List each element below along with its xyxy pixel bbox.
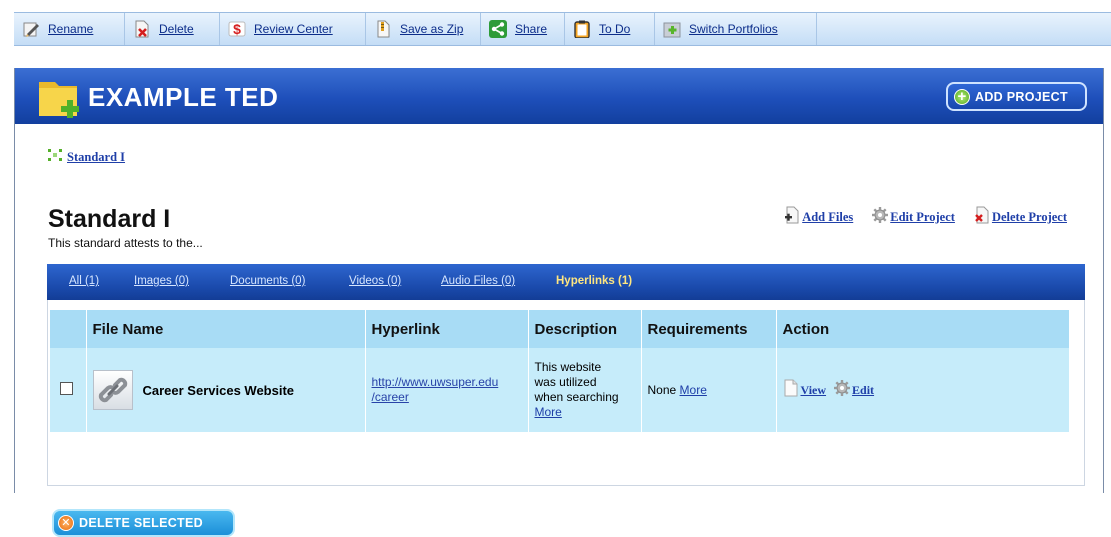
gear-icon xyxy=(872,207,889,227)
switch-portfolios-button[interactable]: Switch Portfolios xyxy=(655,13,817,45)
header-requirements: Requirements xyxy=(641,310,777,348)
delete-file-icon xyxy=(974,206,990,228)
delete-circle-icon: ✕ xyxy=(58,515,74,531)
description-cell: This website was utilized when searching… xyxy=(528,348,642,432)
clipboard-icon xyxy=(573,20,591,39)
delete-button[interactable]: Delete xyxy=(125,13,220,45)
hyperlink-cell: http://www.uwsuper.edu/career xyxy=(365,348,529,432)
to-do-label: To Do xyxy=(599,22,631,36)
tab-all[interactable]: All (1) xyxy=(69,275,99,287)
edit-label: Edit xyxy=(852,382,875,397)
header-action: Action xyxy=(776,310,1070,348)
add-project-button[interactable]: + ADD PROJECT xyxy=(946,82,1087,111)
description-line3: when searching xyxy=(534,390,619,404)
review-center-button[interactable]: $ Review Center xyxy=(220,13,366,45)
row-checkbox[interactable] xyxy=(60,382,73,395)
svg-text:$: $ xyxy=(233,21,241,37)
requirements-value: None xyxy=(647,383,677,397)
hyperlink-url[interactable]: http://www.uwsuper.edu/career xyxy=(372,375,499,404)
row-select-cell xyxy=(50,348,87,432)
delete-selected-label: DELETE SELECTED xyxy=(79,516,203,530)
to-do-button[interactable]: To Do xyxy=(565,13,655,45)
dollar-icon: $ xyxy=(228,20,246,38)
expand-icon xyxy=(48,149,62,165)
delete-project-button[interactable]: Delete Project xyxy=(974,206,1067,228)
hyperlink-url-line1: http://www.uwsuper.edu xyxy=(371,375,499,389)
share-icon xyxy=(489,20,507,38)
plus-circle-icon: + xyxy=(954,88,970,105)
delete-selected-button[interactable]: ✕ DELETE SELECTED xyxy=(52,509,235,537)
tab-audio-files[interactable]: Audio Files (0) xyxy=(441,275,515,287)
add-files-label: Add Files xyxy=(802,209,854,224)
tab-documents[interactable]: Documents (0) xyxy=(230,275,305,287)
tab-videos[interactable]: Videos (0) xyxy=(349,275,401,287)
description-line1: This website xyxy=(534,360,602,374)
table-header-row: File Name Hyperlink Description Requirem… xyxy=(50,310,1070,348)
edit-button[interactable]: Edit xyxy=(834,380,874,400)
delete-icon xyxy=(133,20,151,38)
header-description: Description xyxy=(528,310,642,348)
delete-project-label: Delete Project xyxy=(991,209,1067,224)
share-label: Share xyxy=(515,22,548,36)
standard-description: This standard attests to the... xyxy=(48,236,203,250)
save-as-zip-button[interactable]: Save as Zip xyxy=(366,13,481,45)
view-button[interactable]: View xyxy=(783,379,827,401)
delete-label: Delete xyxy=(159,22,194,36)
action-cell: View Edit xyxy=(776,348,1070,432)
add-files-button[interactable]: Add Files xyxy=(784,206,853,228)
gear-icon xyxy=(834,380,851,400)
switch-portfolios-label: Switch Portfolios xyxy=(689,22,778,36)
tab-hyperlinks[interactable]: Hyperlinks (1) xyxy=(556,275,632,287)
review-center-label: Review Center xyxy=(254,22,333,36)
header-file-name: File Name xyxy=(86,310,366,348)
view-label: View xyxy=(800,382,827,397)
edit-project-label: Edit Project xyxy=(890,209,955,224)
add-file-icon xyxy=(784,206,800,228)
tab-images[interactable]: Images (0) xyxy=(134,275,189,287)
header-hyperlink: Hyperlink xyxy=(365,310,529,348)
save-as-zip-label: Save as Zip xyxy=(400,22,464,36)
edit-project-button[interactable]: Edit Project xyxy=(872,207,955,227)
portfolio-banner: EXAMPLE TED + ADD PROJECT xyxy=(15,68,1103,124)
breadcrumb-standard-link[interactable]: Standard I xyxy=(67,150,125,165)
file-name: Career Services Website xyxy=(142,382,295,398)
link-icon xyxy=(92,370,133,410)
requirements-cell: None More xyxy=(641,348,777,432)
requirements-more-link[interactable]: More xyxy=(680,383,707,397)
document-icon xyxy=(783,379,799,401)
header-select xyxy=(50,310,87,348)
files-table-container: File Name Hyperlink Description Requirem… xyxy=(47,300,1085,537)
hyperlink-url-line2: /career xyxy=(371,390,409,404)
top-toolbar: Rename Delete $ Review Center Save as Zi… xyxy=(14,12,1111,46)
rename-button[interactable]: Rename xyxy=(14,13,125,45)
breadcrumb: Standard I xyxy=(48,149,125,165)
pencil-icon xyxy=(22,20,40,38)
zip-icon xyxy=(374,20,392,38)
description-more-link[interactable]: More xyxy=(535,405,562,419)
portfolio-panel: EXAMPLE TED + ADD PROJECT Standard I Sta… xyxy=(14,68,1104,537)
portfolio-title: EXAMPLE TED xyxy=(88,82,279,112)
file-name-cell: Career Services Website xyxy=(86,348,366,432)
portfolio-icon xyxy=(663,20,681,38)
files-table: File Name Hyperlink Description Requirem… xyxy=(50,310,1070,432)
table-row: Career Services Website http://www.uwsup… xyxy=(50,348,1070,432)
file-type-tabs: All (1) Images (0) Documents (0) Videos … xyxy=(47,264,1085,300)
standard-title: Standard I xyxy=(48,205,171,233)
rename-label: Rename xyxy=(48,22,94,36)
description-line2: was utilized xyxy=(534,375,597,389)
add-project-label: ADD PROJECT xyxy=(975,89,1068,104)
share-button[interactable]: Share xyxy=(481,13,565,45)
project-actions: Add Files Edit Project Delete Project xyxy=(784,206,1067,228)
folder-add-icon xyxy=(37,76,85,120)
